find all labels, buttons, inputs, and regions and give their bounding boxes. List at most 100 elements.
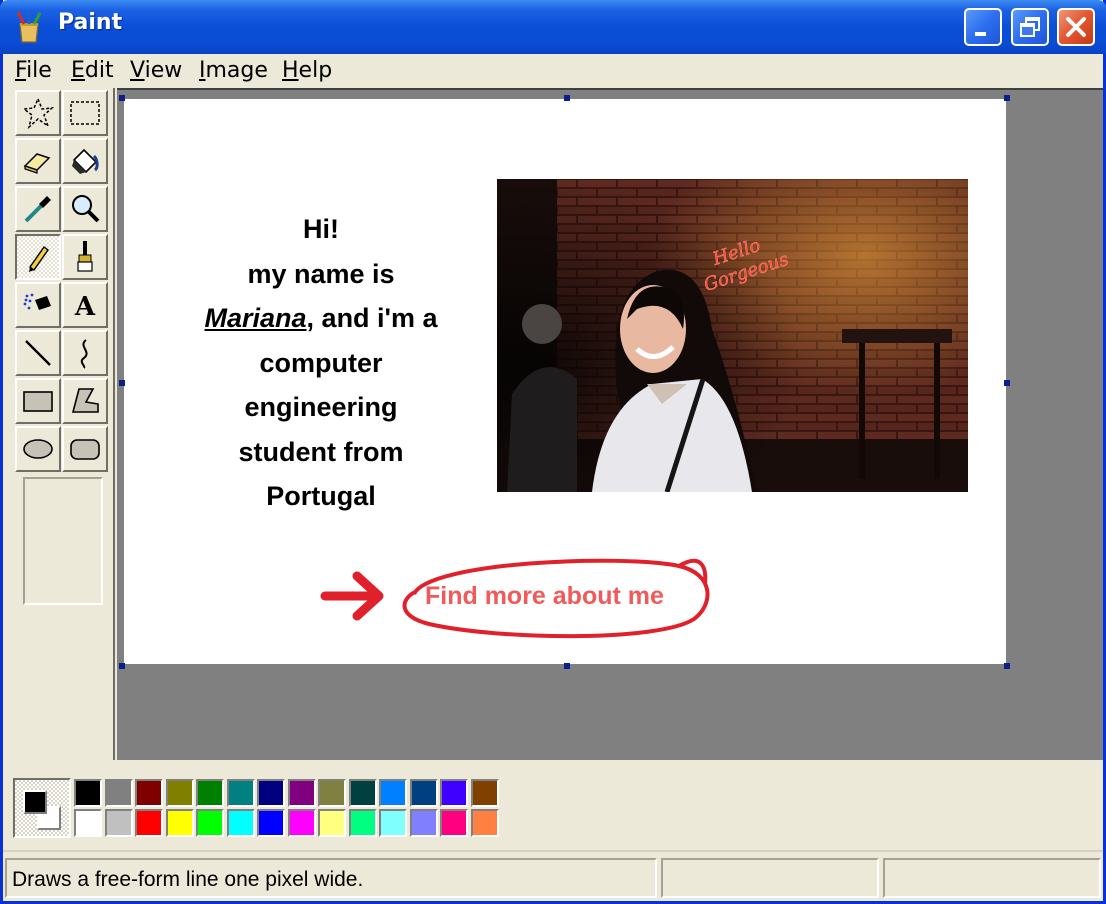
toolbox: A: [3, 88, 115, 760]
tool-select[interactable]: [62, 90, 108, 136]
tool-ellipse[interactable]: [15, 426, 61, 472]
color-swatch[interactable]: [409, 809, 438, 837]
tool-free-form-select[interactable]: [15, 90, 61, 136]
menu-image[interactable]: Image: [199, 58, 268, 83]
tool-polygon[interactable]: [62, 378, 108, 424]
tool-fill[interactable]: [62, 138, 108, 184]
magnifier-icon: [72, 195, 100, 223]
color-swatch[interactable]: [226, 809, 255, 837]
menu-view[interactable]: View: [130, 58, 182, 83]
color-swatch[interactable]: [196, 809, 224, 837]
color-swatch[interactable]: [348, 779, 377, 807]
resize-handle[interactable]: [1004, 663, 1010, 669]
paint-window: Paint File Edit View Image Help A Hi! my…: [0, 0, 1106, 904]
resize-handle[interactable]: [1004, 380, 1010, 386]
tool-rectangle[interactable]: [15, 378, 61, 424]
intro-line: Hi!: [303, 214, 339, 244]
menu-file[interactable]: File: [15, 58, 52, 83]
color-swatch[interactable]: [440, 779, 468, 807]
paint-bucket-icon: [72, 148, 99, 174]
color-swatch[interactable]: [74, 779, 102, 807]
title-bar[interactable]: Paint: [0, 0, 1106, 54]
intro-line: engineering: [244, 392, 398, 422]
close-button[interactable]: [1057, 8, 1095, 46]
tool-pencil[interactable]: [15, 234, 61, 280]
resize-handle: [564, 95, 570, 101]
color-swatch[interactable]: [287, 809, 316, 837]
rect-select-icon: [70, 101, 100, 125]
color-swatch[interactable]: [104, 779, 133, 807]
intro-line: computer: [259, 347, 383, 378]
restore-button[interactable]: [1011, 8, 1049, 46]
tool-rounded-rectangle[interactable]: [62, 426, 108, 472]
intro-line: my name is: [247, 258, 395, 289]
color-swatch[interactable]: [318, 809, 346, 837]
find-more-link[interactable]: Find more about me: [425, 582, 664, 611]
svg-text:A: A: [74, 292, 96, 322]
color-swatch[interactable]: [74, 809, 102, 837]
color-swatch[interactable]: [257, 779, 285, 807]
status-message-panel: Draws a free-form line one pixel wide.: [5, 858, 657, 898]
current-colors[interactable]: [13, 778, 71, 838]
color-swatch[interactable]: [409, 779, 438, 807]
color-box: [3, 760, 1103, 848]
status-size-panel: [883, 858, 1101, 898]
ellipse-icon: [23, 439, 53, 459]
color-swatch[interactable]: [348, 809, 377, 837]
resize-handle: [119, 380, 125, 386]
rounded-rectangle-icon: [70, 439, 100, 460]
polygon-icon: [71, 388, 99, 413]
tool-line[interactable]: [15, 330, 61, 376]
color-swatch[interactable]: [318, 779, 346, 807]
window-title: Paint: [58, 10, 123, 35]
brush-icon: [77, 241, 93, 272]
tool-airbrush[interactable]: [15, 282, 61, 328]
text-icon: A: [74, 292, 96, 322]
drawing-canvas[interactable]: Hi! my name is Mariana, and i'm a comput…: [124, 99, 1006, 664]
eyedropper-icon: [24, 196, 51, 223]
color-swatch[interactable]: [165, 779, 194, 807]
color-swatch[interactable]: [165, 809, 194, 837]
menu-help[interactable]: Help: [282, 58, 332, 83]
color-swatch[interactable]: [379, 779, 407, 807]
minimize-button[interactable]: [964, 8, 1002, 46]
rectangle-icon: [23, 391, 53, 412]
minimize-icon: [975, 32, 986, 36]
status-coords-panel: [661, 858, 879, 898]
tool-text[interactable]: A: [62, 282, 108, 328]
color-swatch[interactable]: [470, 779, 499, 807]
foreground-color-swatch[interactable]: [23, 790, 47, 814]
color-swatch[interactable]: [226, 779, 255, 807]
intro-text: Hi! my name is Mariana, and i'm a comput…: [176, 207, 466, 519]
tool-options-box[interactable]: [23, 477, 103, 605]
color-swatch[interactable]: [257, 809, 285, 837]
eraser-icon: [23, 153, 51, 174]
color-swatch[interactable]: [135, 779, 163, 807]
close-icon: [1066, 17, 1086, 37]
resize-handle[interactable]: [564, 663, 570, 669]
color-swatch[interactable]: [287, 779, 316, 807]
color-swatch[interactable]: [104, 809, 133, 837]
resize-handle[interactable]: [1004, 95, 1010, 101]
tool-eraser[interactable]: [15, 138, 61, 184]
color-swatch[interactable]: [135, 809, 163, 837]
color-swatch[interactable]: [470, 809, 499, 837]
resize-handle: [119, 95, 125, 101]
intro-line: Portugal: [266, 481, 376, 511]
menu-edit[interactable]: Edit: [71, 58, 114, 83]
tool-brush[interactable]: [62, 234, 108, 280]
profile-photo: Hello Gorgeous: [497, 179, 968, 492]
name-highlight: Mariana: [204, 303, 307, 333]
color-swatch[interactable]: [196, 779, 224, 807]
color-palette: [73, 778, 501, 838]
canvas-workspace: Hi! my name is Mariana, and i'm a comput…: [117, 88, 1103, 760]
free-form-select-icon: [22, 97, 55, 130]
arrow-icon: [320, 571, 384, 621]
color-swatch[interactable]: [379, 809, 407, 837]
tool-curve[interactable]: [62, 330, 108, 376]
resize-handle: [119, 663, 125, 669]
tool-pick-color[interactable]: [15, 186, 61, 232]
menu-bar: File Edit View Image Help: [3, 54, 1103, 88]
tool-magnifier[interactable]: [62, 186, 108, 232]
color-swatch[interactable]: [440, 809, 468, 837]
